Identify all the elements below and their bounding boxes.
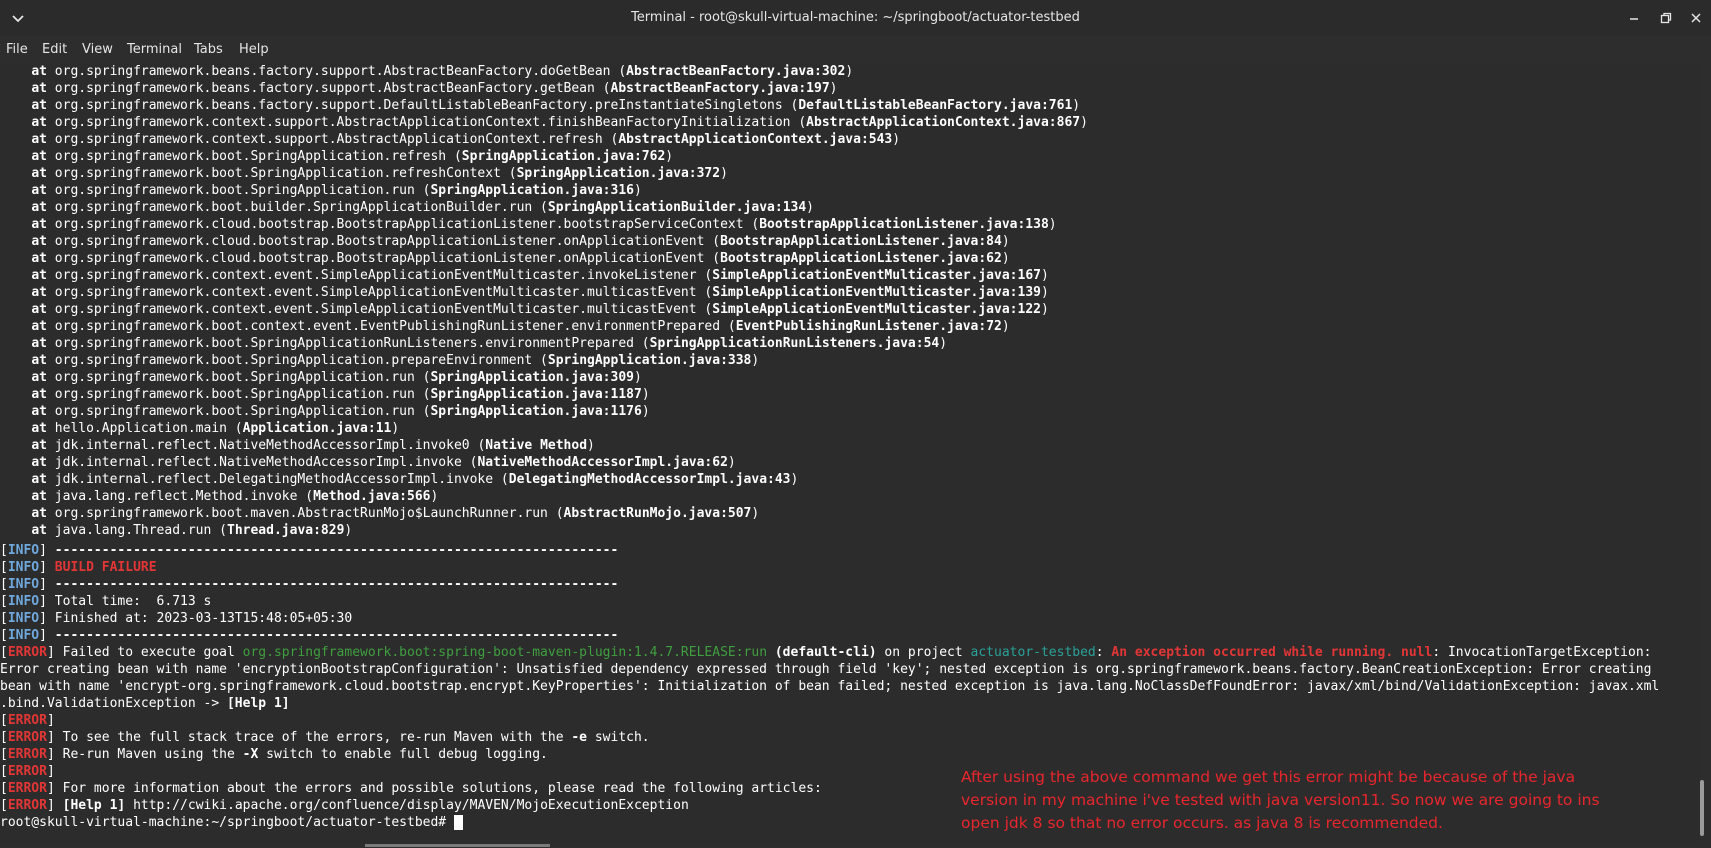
minimize-icon[interactable]	[1625, 9, 1643, 27]
stack-trace-line: at org.springframework.boot.maven.Abstra…	[31, 506, 760, 521]
error-line-continuation: .bind.ValidationException -> [Help 1]	[0, 696, 290, 711]
error-line-empty: [ERROR]	[0, 764, 55, 779]
menu-edit[interactable]: Edit	[42, 42, 67, 57]
error-line-debug: [ERROR] Re-run Maven using the -X switch…	[0, 747, 548, 762]
menu-help[interactable]: Help	[239, 42, 269, 57]
log-line-info: [INFO] ---------------------------------…	[0, 628, 619, 643]
stack-trace-line: at jdk.internal.reflect.NativeMethodAcce…	[31, 438, 595, 453]
error-line-help-link: [ERROR] [Help 1] http://cwiki.apache.org…	[0, 798, 689, 813]
stack-trace-line: at jdk.internal.reflect.NativeMethodAcce…	[31, 455, 736, 470]
error-line-continuation: bean with name 'encrypt-org.springframew…	[0, 679, 1660, 694]
error-line-more-info: [ERROR] For more information about the e…	[0, 781, 822, 796]
stack-trace-line: at org.springframework.boot.SpringApplic…	[31, 166, 728, 181]
stack-trace-line: at hello.Application.main (Application.j…	[31, 421, 400, 436]
stack-trace-line: at org.springframework.boot.SpringApplic…	[31, 387, 650, 402]
stack-trace-line: at org.springframework.cloud.bootstrap.B…	[31, 251, 1010, 266]
scrollbar-thumb[interactable]	[1700, 780, 1704, 836]
close-icon[interactable]	[1687, 9, 1705, 27]
stack-trace-line: at jdk.internal.reflect.DelegatingMethod…	[31, 472, 799, 487]
text-cursor	[453, 815, 463, 830]
annotation-line: open jdk 8 so that no error occurs. as j…	[961, 814, 1443, 832]
menu-tabs[interactable]: Tabs	[194, 42, 223, 57]
annotation-line: version in my machine i've tested with j…	[961, 791, 1600, 809]
stack-trace-line: at org.springframework.beans.factory.sup…	[31, 81, 838, 96]
stack-trace-line: at org.springframework.beans.factory.sup…	[31, 64, 854, 79]
horizontal-indicator	[365, 844, 550, 847]
stack-trace-line: at org.springframework.cloud.bootstrap.B…	[31, 234, 1010, 249]
log-line-total-time: [INFO] Total time: 6.713 s	[0, 594, 212, 609]
log-line-info: [INFO] ---------------------------------…	[0, 543, 619, 558]
stack-trace-line: at org.springframework.boot.SpringApplic…	[31, 404, 650, 419]
annotation-line: After using the above command we get thi…	[961, 768, 1576, 786]
shell-prompt[interactable]: root@skull-virtual-machine:~/springboot/…	[0, 814, 463, 831]
stack-trace-line: at org.springframework.boot.SpringApplic…	[31, 353, 760, 368]
log-line-finished-at: [INFO] Finished at: 2023-03-13T15:48:05+…	[0, 611, 353, 626]
stack-trace-line: at org.springframework.boot.context.even…	[31, 319, 1010, 334]
menu-file[interactable]: File	[6, 42, 28, 57]
stack-trace-line: at java.lang.reflect.Method.invoke (Meth…	[31, 489, 439, 504]
annotation-note: After using the above command we get thi…	[961, 766, 1645, 835]
restore-icon[interactable]	[1657, 9, 1675, 27]
title-bar: Terminal - root@skull-virtual-machine: ~…	[0, 0, 1711, 36]
stack-trace-line: at org.springframework.context.event.Sim…	[31, 302, 1049, 317]
stack-trace-line: at org.springframework.boot.SpringApplic…	[31, 370, 642, 385]
error-line-failed-goal: [ERROR] Failed to execute goal org.sprin…	[0, 645, 1652, 660]
terminal-output[interactable]: at java.lang.Thread.run (Thread.java:829…	[0, 63, 1700, 843]
stack-trace-line: at org.springframework.boot.SpringApplic…	[31, 336, 948, 351]
error-line-stack-trace: [ERROR] To see the full stack trace of t…	[0, 730, 650, 745]
error-line-continuation: Error creating bean with name 'encryptio…	[0, 662, 1652, 677]
error-line-empty: [ERROR]	[0, 713, 55, 728]
menu-bar: File Edit View Terminal Tabs Help	[0, 36, 1711, 62]
stack-trace-line: at java.lang.Thread.run (Thread.java:829…	[31, 523, 353, 538]
menu-terminal[interactable]: Terminal	[127, 42, 182, 57]
log-line-build-failure: [INFO] BUILD FAILURE	[0, 560, 157, 575]
stack-trace-line: at org.springframework.context.event.Sim…	[31, 268, 1049, 283]
menu-view[interactable]: View	[82, 42, 113, 57]
stack-trace-line: at org.springframework.context.support.A…	[31, 132, 901, 147]
stack-trace-line: at org.springframework.cloud.bootstrap.B…	[31, 217, 1057, 232]
stack-trace-line: at org.springframework.boot.SpringApplic…	[31, 183, 642, 198]
log-line-info: [INFO] ---------------------------------…	[0, 577, 619, 592]
stack-trace-line: at org.springframework.context.event.Sim…	[31, 285, 1049, 300]
stack-trace-line: at org.springframework.boot.builder.Spri…	[31, 200, 814, 215]
window-title: Terminal - root@skull-virtual-machine: ~…	[631, 10, 1080, 25]
stack-trace-line: at org.springframework.beans.factory.sup…	[31, 98, 1081, 113]
stack-trace-line: at org.springframework.context.support.A…	[31, 115, 1088, 130]
stack-trace-line: at org.springframework.boot.SpringApplic…	[31, 149, 674, 164]
